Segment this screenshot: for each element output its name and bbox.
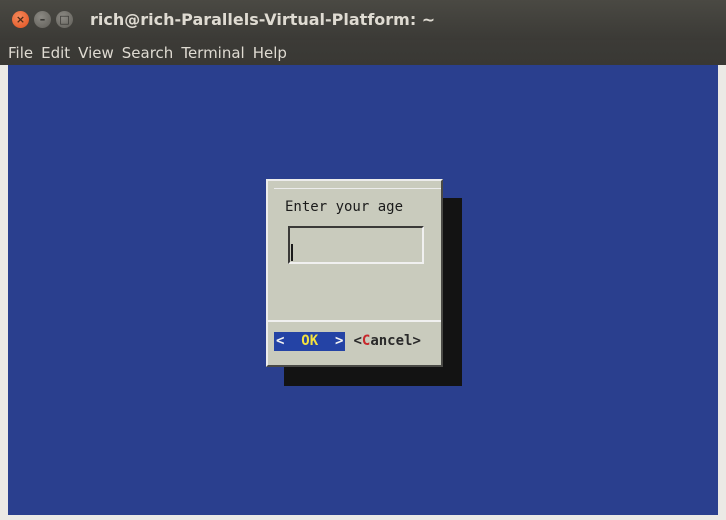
dialog-top-rule [274,188,441,189]
ok-button-label: OK [301,332,319,349]
ok-button-left-bracket: < [276,332,302,349]
menu-view[interactable]: View [70,44,114,62]
dialog-prompt: Enter your age [285,199,404,215]
ok-button[interactable]: < OK > [274,331,346,351]
window-titlebar: × – □ rich@rich-Parallels-Virtual-Platfo… [0,0,726,40]
window-left-border [0,65,8,520]
menu-terminal[interactable]: Terminal [173,44,244,62]
window-title: rich@rich-Parallels-Virtual-Platform: ~ [90,10,436,29]
menu-file[interactable]: File [0,44,33,62]
text-cursor [291,244,293,261]
dialog-button-row: < OK > <Cancel> [274,331,421,351]
dialog-separator [268,320,441,322]
menu-help[interactable]: Help [245,44,287,62]
menu-bar: File Edit View Search Terminal Help [0,40,726,65]
age-input[interactable] [288,226,424,264]
cancel-button-left-bracket: < [353,332,362,349]
ok-button-right-bracket: > [318,332,344,349]
cancel-button-label-rest: ancel> [370,332,421,349]
terminal-scrollbar[interactable] [718,65,726,520]
menu-search[interactable]: Search [114,44,174,62]
close-icon[interactable]: × [12,11,29,28]
maximize-icon[interactable]: □ [56,11,73,28]
menu-edit[interactable]: Edit [33,44,70,62]
window-bottom-border [0,515,726,520]
input-dialog: Enter your age < OK > <Cancel> [266,179,443,367]
minimize-icon[interactable]: – [34,11,51,28]
cancel-button[interactable]: <Cancel> [353,332,420,351]
